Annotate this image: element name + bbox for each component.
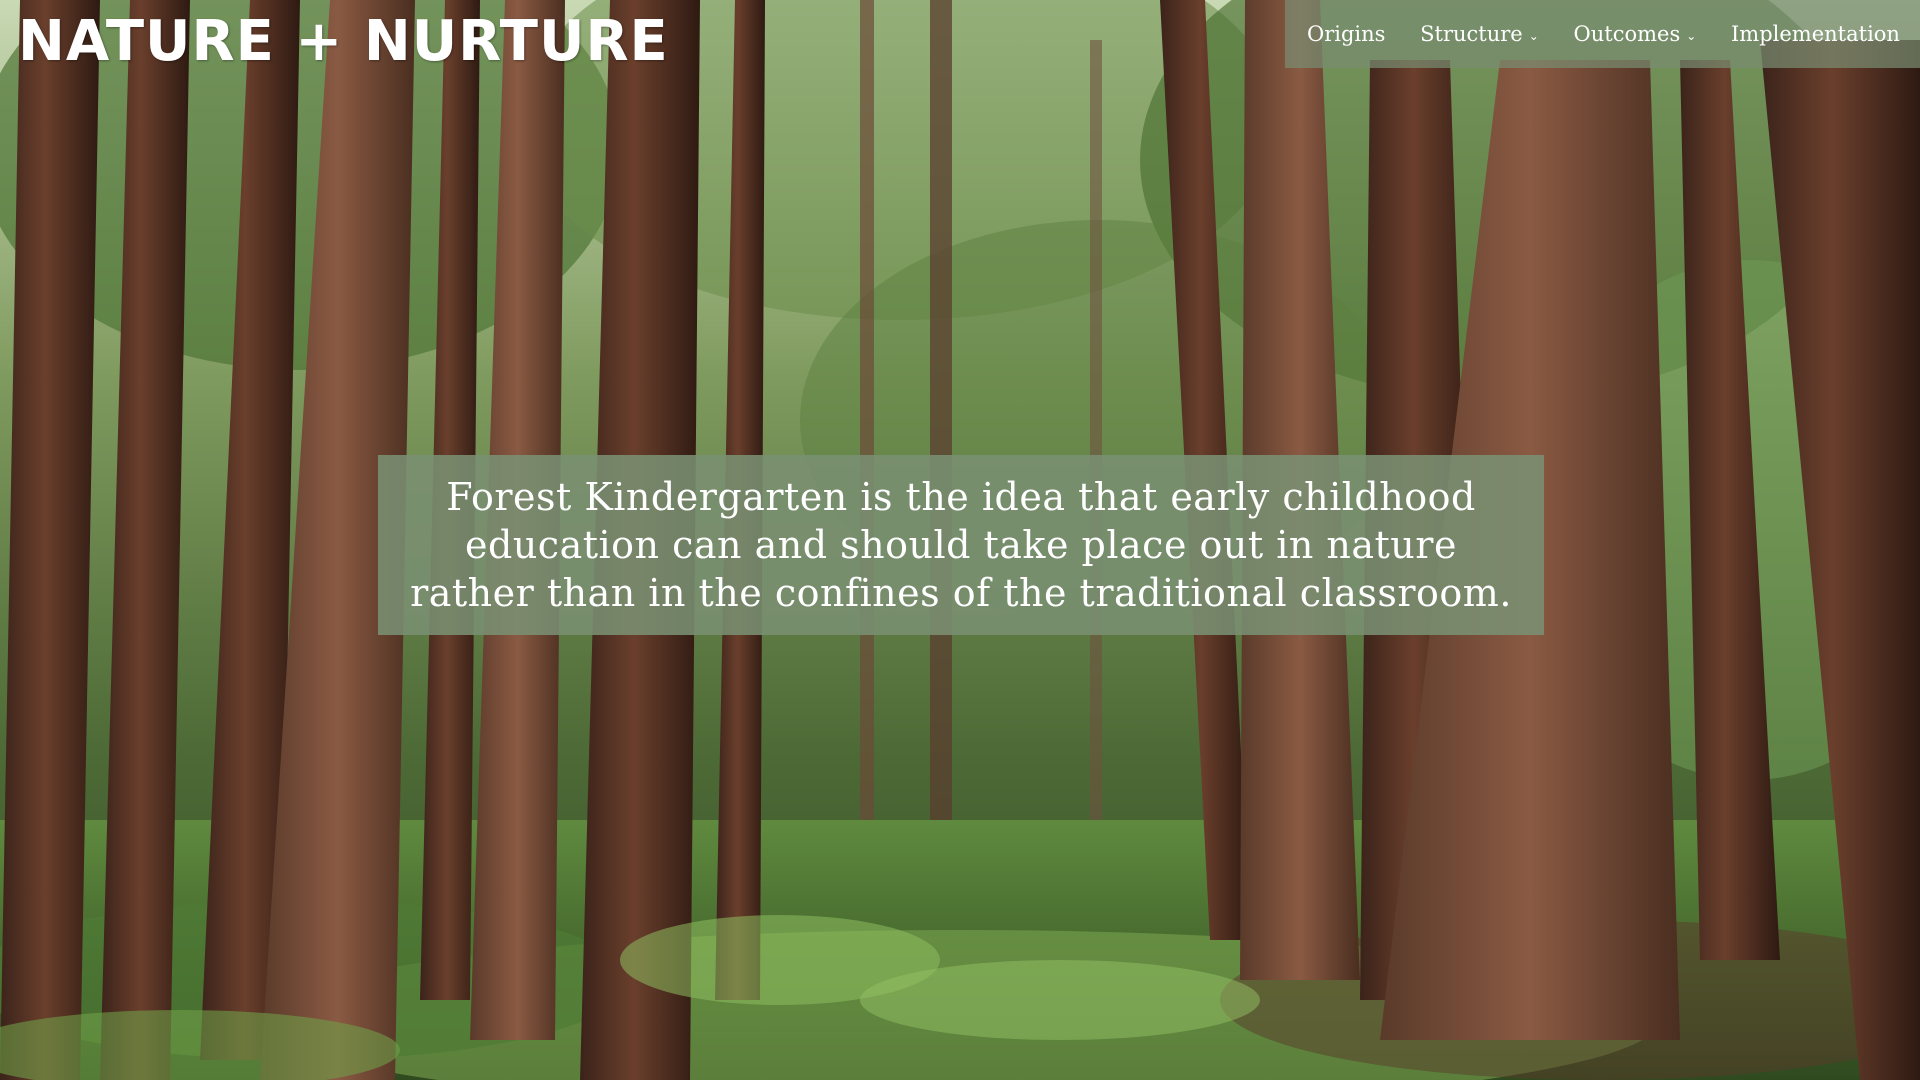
chevron-down-icon: ⌄	[1686, 29, 1697, 43]
hero-section: NATURE + NURTURE Origins Structure ⌄ Out…	[0, 0, 1920, 1080]
hero-tagline-box: Forest Kindergarten is the idea that ear…	[378, 455, 1544, 635]
tagline-line: Forest Kindergarten is the idea that ear…	[446, 475, 1476, 519]
nav-item-label: Structure	[1420, 22, 1523, 46]
nav-item-label: Outcomes	[1573, 22, 1681, 46]
hero-tagline: Forest Kindergarten is the idea that ear…	[410, 473, 1512, 617]
nav-item-outcomes[interactable]: Outcomes ⌄	[1574, 22, 1697, 46]
nav-item-implementation[interactable]: Implementation	[1731, 22, 1900, 46]
tagline-line: rather than in the confines of the tradi…	[410, 571, 1512, 615]
nav-item-origins[interactable]: Origins	[1307, 22, 1385, 46]
chevron-down-icon: ⌄	[1528, 29, 1539, 43]
tagline-line: education can and should take place out …	[465, 523, 1457, 567]
nav-item-label: Implementation	[1731, 22, 1900, 46]
nav-item-structure[interactable]: Structure ⌄	[1420, 22, 1539, 46]
nav-item-label: Origins	[1307, 22, 1386, 46]
main-nav: Origins Structure ⌄ Outcomes ⌄ Implement…	[1285, 0, 1920, 68]
site-logo[interactable]: NATURE + NURTURE	[18, 14, 669, 70]
